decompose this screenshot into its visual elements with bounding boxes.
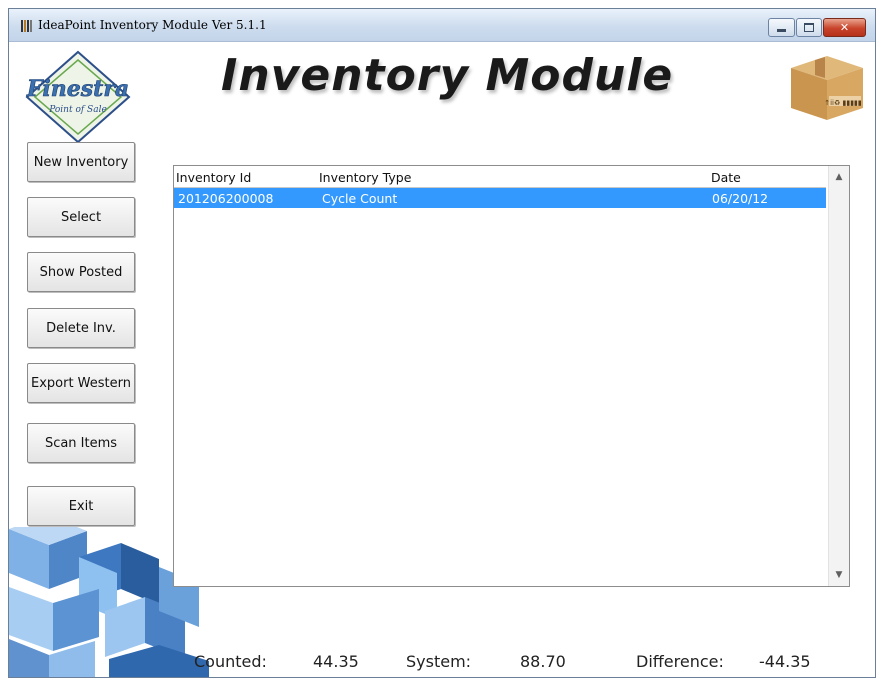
close-button[interactable]: ✕ bbox=[823, 18, 866, 37]
difference-value: -44.35 bbox=[759, 652, 811, 671]
close-icon: ✕ bbox=[839, 21, 850, 34]
select-button[interactable]: Select bbox=[27, 197, 135, 237]
cell-date: 06/20/12 bbox=[712, 191, 769, 206]
minimize-icon bbox=[777, 29, 786, 32]
minimize-button[interactable] bbox=[768, 18, 795, 37]
scroll-down-icon[interactable]: ▼ bbox=[829, 566, 849, 584]
inventory-list-grid[interactable]: Inventory Id Inventory Type Date 2012062… bbox=[173, 165, 850, 587]
maximize-icon bbox=[804, 23, 814, 32]
table-row[interactable]: 201206200008 Cycle Count 06/20/12 bbox=[174, 188, 826, 208]
cell-inventory-id: 201206200008 bbox=[178, 191, 274, 206]
system-value: 88.70 bbox=[520, 652, 566, 671]
title-bar[interactable]: IdeaPoint Inventory Module Ver 5.1.1 ✕ bbox=[9, 9, 875, 42]
scroll-up-icon[interactable]: ▲ bbox=[829, 168, 849, 186]
system-label: System: bbox=[406, 652, 472, 671]
column-header-date[interactable]: Date bbox=[711, 170, 741, 185]
vertical-scrollbar[interactable]: ▲ ▼ bbox=[828, 166, 849, 586]
page-title: Inventory Module bbox=[221, 50, 674, 101]
column-header-inventory-type[interactable]: Inventory Type bbox=[319, 170, 411, 185]
difference-label: Difference: bbox=[636, 652, 724, 671]
app-barcode-icon bbox=[21, 20, 33, 32]
main-content: Finestra Point of Sale Inventory Module … bbox=[9, 42, 875, 677]
cell-inventory-type: Cycle Count bbox=[322, 191, 398, 206]
delete-inventory-button[interactable]: Delete Inv. bbox=[27, 308, 135, 348]
new-inventory-button[interactable]: New Inventory bbox=[27, 142, 135, 182]
column-header-inventory-id[interactable]: Inventory Id bbox=[176, 170, 251, 185]
logo-sub-text: Point of Sale bbox=[48, 105, 107, 115]
logo-main-text: Finestra bbox=[26, 76, 129, 102]
app-window: IdeaPoint Inventory Module Ver 5.1.1 ✕ F… bbox=[8, 8, 876, 678]
counted-label: Counted: bbox=[194, 652, 267, 671]
export-western-button[interactable]: Export Western bbox=[27, 363, 135, 403]
finestra-logo: Finestra Point of Sale bbox=[25, 50, 131, 144]
box-label-text: ↑ii♻ ▮▮▮▮▮ bbox=[824, 99, 862, 107]
scan-items-button[interactable]: Scan Items bbox=[27, 423, 135, 463]
exit-button[interactable]: Exit bbox=[27, 486, 135, 526]
maximize-button[interactable] bbox=[796, 18, 822, 37]
show-posted-button[interactable]: Show Posted bbox=[27, 252, 135, 292]
grid-header: Inventory Id Inventory Type Date bbox=[174, 166, 826, 188]
counted-value: 44.35 bbox=[313, 652, 359, 671]
package-box-icon: ↑ii♻ ▮▮▮▮▮ bbox=[791, 56, 863, 120]
window-title: IdeaPoint Inventory Module Ver 5.1.1 bbox=[38, 18, 267, 32]
